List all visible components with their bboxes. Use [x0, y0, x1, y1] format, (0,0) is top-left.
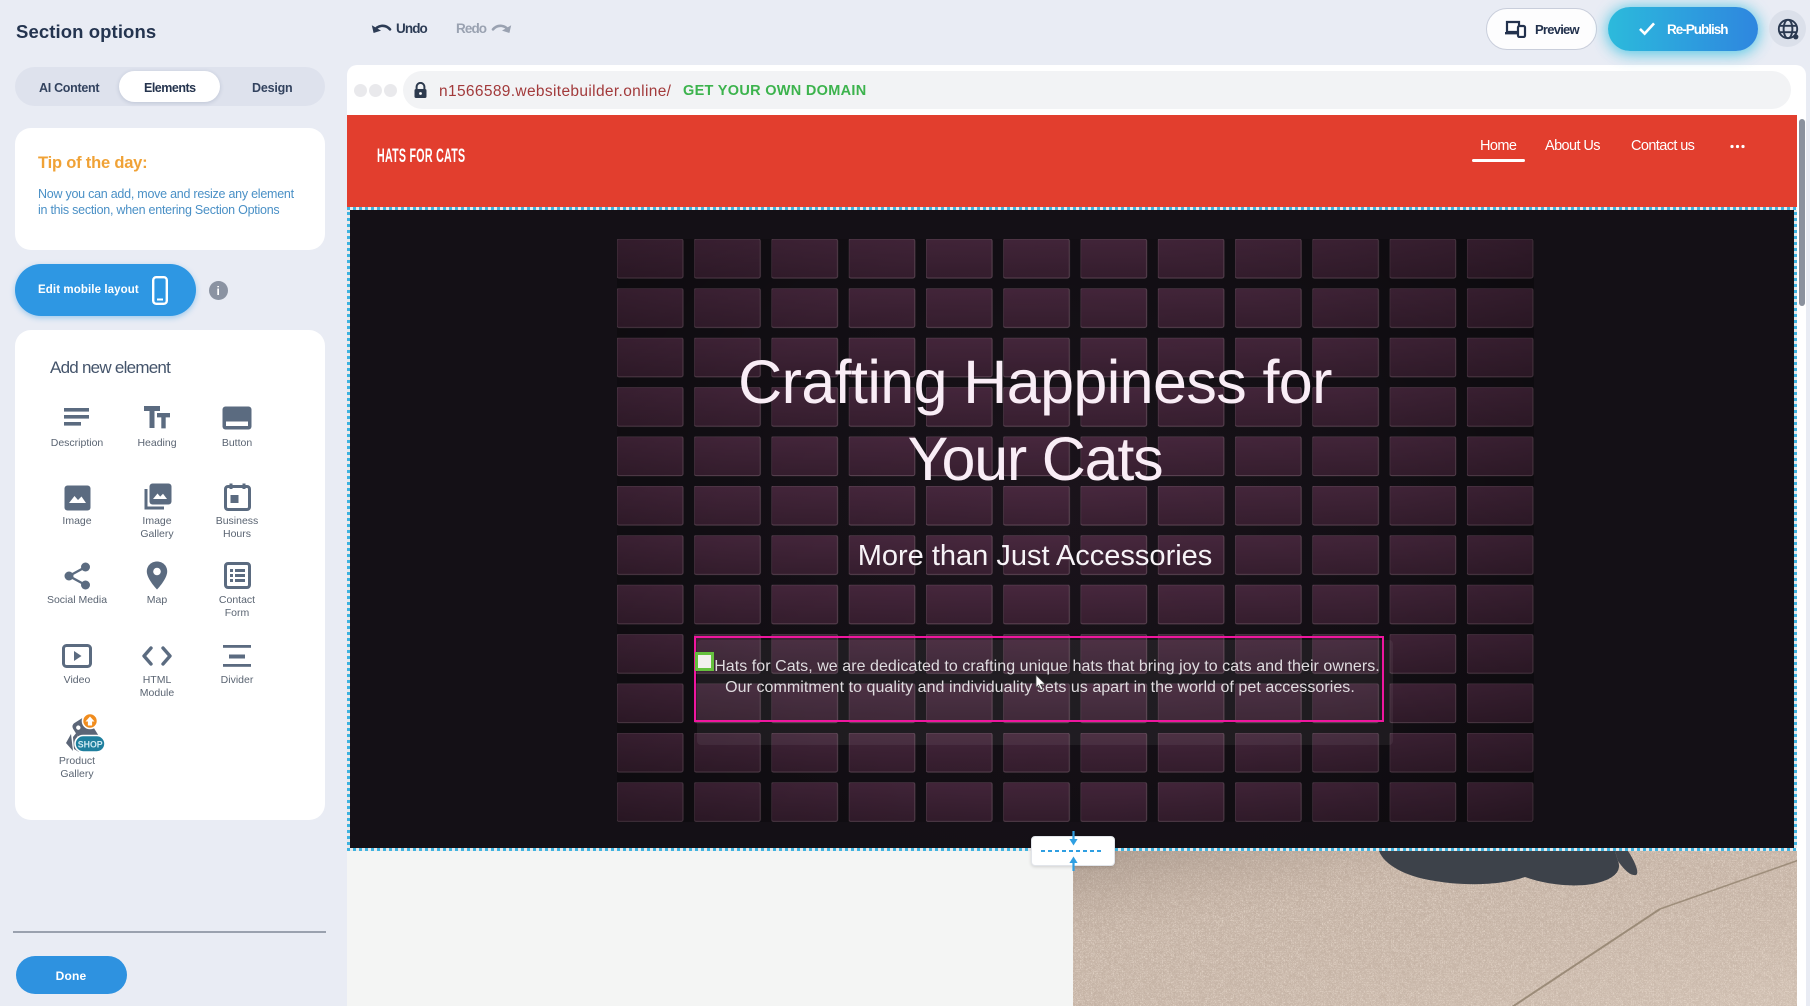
svg-text:SHOP: SHOP [78, 740, 103, 750]
